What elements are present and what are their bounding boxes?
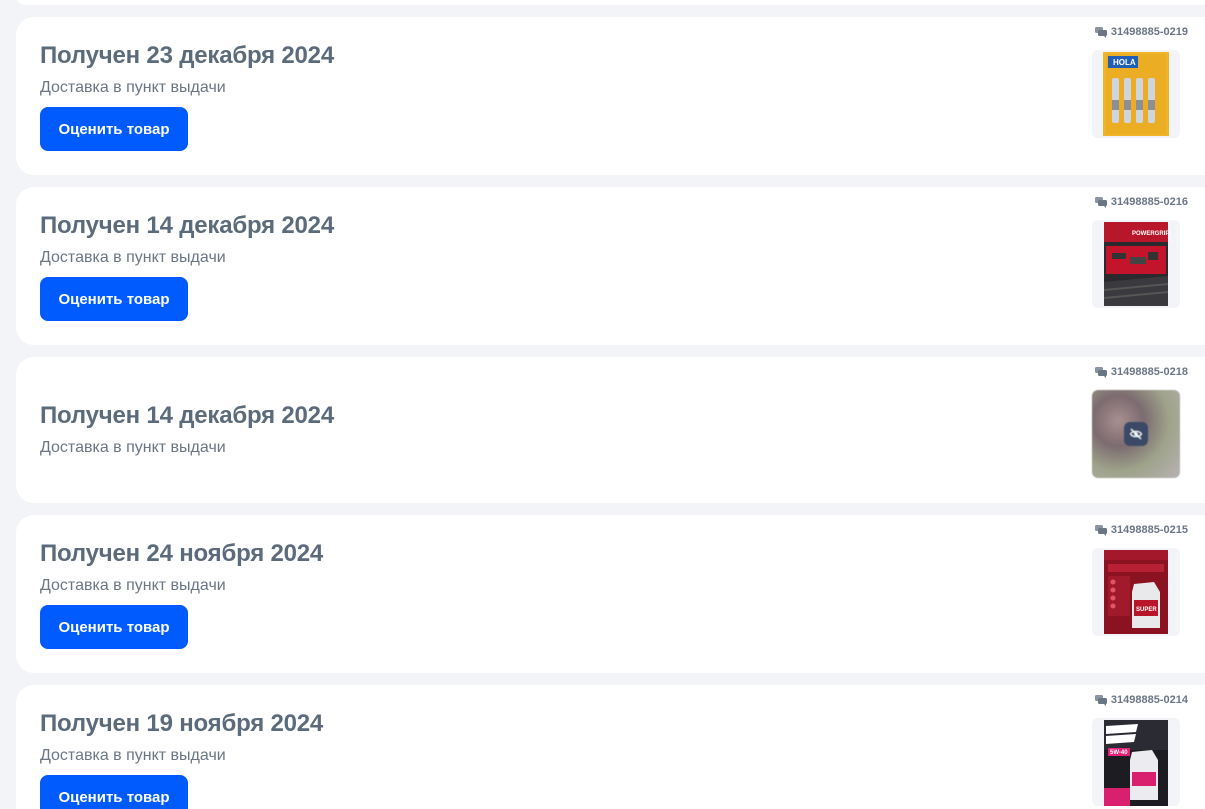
order-status-title: Получен 14 декабря 2024 xyxy=(40,212,334,239)
product-thumbnail[interactable]: POWERGRIP xyxy=(1092,220,1180,308)
order-id[interactable]: 31498885-0215 xyxy=(1094,524,1188,536)
product-thumbnail[interactable]: HOLA xyxy=(1092,50,1180,138)
order-card[interactable]: 31498885-0215 Получен 24 ноября 2024 Дос… xyxy=(16,515,1205,673)
svg-text:HOLA: HOLA xyxy=(1113,58,1136,67)
order-status-title: Получен 19 ноября 2024 xyxy=(40,710,324,737)
svg-text:POWERGRIP: POWERGRIP xyxy=(1132,231,1169,237)
delivery-method: Доставка в пункт выдачи xyxy=(40,439,226,456)
chat-icon xyxy=(1094,366,1107,378)
order-card[interactable]: 31498885-0219 Получен 23 декабря 2024 До… xyxy=(16,17,1205,175)
product-thumbnail-hidden[interactable] xyxy=(1092,390,1180,478)
chat-icon xyxy=(1094,26,1107,38)
rate-product-button[interactable]: Оценить товар xyxy=(40,277,188,321)
order-id-text: 31498885-0214 xyxy=(1110,694,1188,706)
delivery-method: Доставка в пункт выдачи xyxy=(40,249,226,266)
orders-page: 31498885-0219 Получен 23 декабря 2024 До… xyxy=(0,0,1205,809)
chat-icon xyxy=(1094,196,1107,208)
order-card[interactable]: 31498885-0218 Получен 14 декабря 2024 До… xyxy=(16,357,1205,503)
order-status-title: Получен 24 ноября 2024 xyxy=(40,540,324,567)
order-id-text: 31498885-0215 xyxy=(1110,524,1188,536)
order-id[interactable]: 31498885-0218 xyxy=(1094,366,1188,378)
order-id[interactable]: 31498885-0219 xyxy=(1094,26,1188,38)
belt-kit-image: POWERGRIP xyxy=(1103,222,1169,306)
order-status-title: Получен 14 декабря 2024 xyxy=(40,402,334,429)
product-thumbnail[interactable]: SUPER xyxy=(1092,548,1180,636)
delivery-method: Доставка в пункт выдачи xyxy=(40,577,226,594)
order-card-partial xyxy=(16,0,1205,5)
motor-oil-image: SUPER xyxy=(1104,550,1168,634)
rate-product-button[interactable]: Оценить товар xyxy=(40,775,188,809)
order-id-text: 31498885-0218 xyxy=(1110,366,1188,378)
svg-text:5W-40: 5W-40 xyxy=(1110,750,1128,756)
krepkoe-maslo-image: 5W-40 xyxy=(1104,720,1168,806)
spark-plugs-image: HOLA xyxy=(1103,52,1169,136)
svg-text:SUPER: SUPER xyxy=(1136,607,1157,613)
order-id[interactable]: 31498885-0216 xyxy=(1094,196,1188,208)
order-id[interactable]: 31498885-0214 xyxy=(1094,694,1188,706)
rate-product-button[interactable]: Оценить товар xyxy=(40,605,188,649)
order-status-title: Получен 23 декабря 2024 xyxy=(40,42,334,69)
order-id-text: 31498885-0219 xyxy=(1110,26,1188,38)
delivery-method: Доставка в пункт выдачи xyxy=(40,79,226,96)
order-id-text: 31498885-0216 xyxy=(1110,196,1188,208)
chat-icon xyxy=(1094,694,1107,706)
eye-off-icon xyxy=(1124,422,1148,446)
rate-product-button[interactable]: Оценить товар xyxy=(40,107,188,151)
order-card[interactable]: 31498885-0214 Получен 19 ноября 2024 Дос… xyxy=(16,685,1205,809)
product-thumbnail[interactable]: 5W-40 xyxy=(1092,718,1180,806)
order-card[interactable]: 31498885-0216 Получен 14 декабря 2024 До… xyxy=(16,187,1205,345)
chat-icon xyxy=(1094,524,1107,536)
delivery-method: Доставка в пункт выдачи xyxy=(40,747,226,764)
